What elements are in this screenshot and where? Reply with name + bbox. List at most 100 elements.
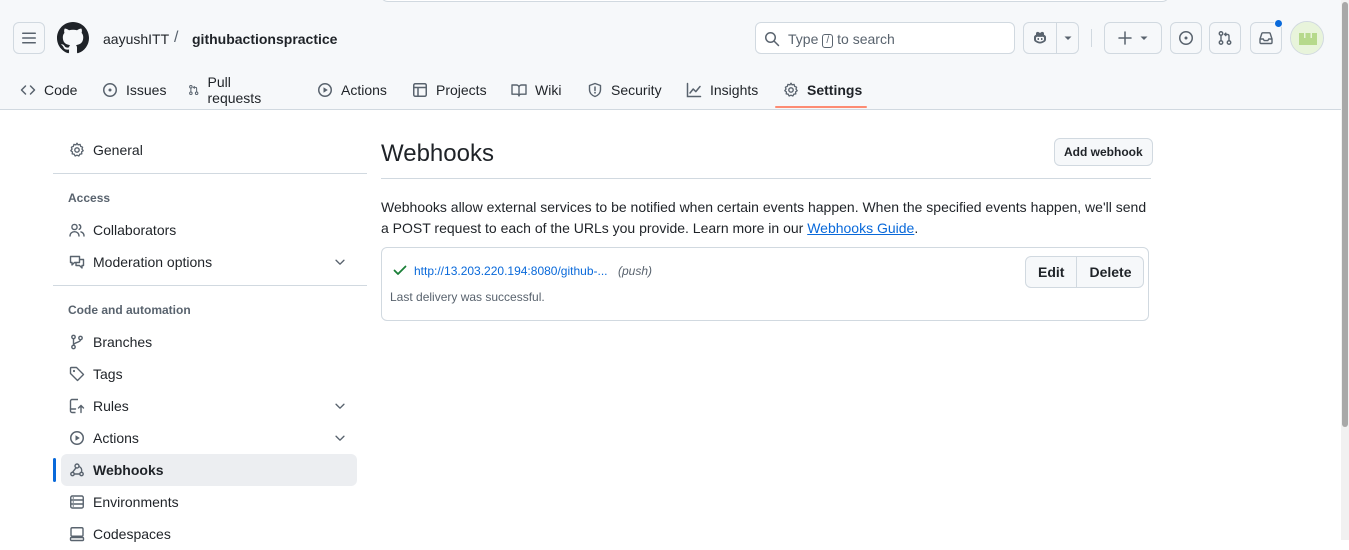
git-branch-icon <box>71 334 83 350</box>
sidebar-item-tags[interactable]: Tags <box>61 358 357 390</box>
webhooks-description: Webhooks allow external services to be n… <box>381 199 1147 236</box>
sidebar-item-codespaces[interactable]: Codespaces <box>61 518 357 550</box>
breadcrumb-owner[interactable]: aayushITT <box>103 30 169 48</box>
shield-icon <box>588 82 602 98</box>
tab-label: Code <box>44 82 78 98</box>
issues-button[interactable] <box>1170 22 1202 54</box>
play-icon <box>70 431 84 445</box>
sidebar-item-label: Collaborators <box>93 222 177 238</box>
sidebar-item-environments[interactable]: Environments <box>61 486 357 518</box>
tab-wiki[interactable]: Wiki <box>511 70 561 110</box>
play-icon <box>318 83 332 97</box>
chevron-down-icon <box>335 403 345 409</box>
chevron-down-icon <box>335 259 345 265</box>
webhook-icon <box>70 463 84 477</box>
webhooks-guide-link[interactable]: Webhooks Guide <box>807 220 914 236</box>
tab-settings[interactable]: Settings <box>783 70 862 110</box>
triangle-down-icon <box>1064 36 1072 40</box>
identicon-icon <box>1291 22 1323 54</box>
sidebar-item-label: General <box>93 142 143 158</box>
header-divider <box>1091 29 1092 47</box>
copilot-button-group <box>1023 22 1079 54</box>
selected-tab-indicator <box>775 106 867 108</box>
search-shortcut-key: / <box>822 34 834 48</box>
title-divider <box>381 178 1151 179</box>
sidebar-divider <box>53 285 367 286</box>
webhook-url-link[interactable]: http://13.203.220.194:8080/github-... <box>414 264 608 278</box>
copilot-icon <box>1034 31 1046 44</box>
people-icon <box>69 223 85 237</box>
gear-icon <box>70 142 84 157</box>
copilot-dropdown[interactable] <box>1057 23 1079 53</box>
sidebar-divider <box>53 173 367 174</box>
gear-icon <box>784 82 798 97</box>
sidebar-item-label: Moderation options <box>93 254 213 270</box>
sidebar-item-moderation[interactable]: Moderation options <box>61 246 357 278</box>
tab-issues[interactable]: Issues <box>102 70 166 110</box>
tab-projects[interactable]: Projects <box>412 70 487 110</box>
git-pull-request-icon <box>189 85 199 95</box>
book-icon <box>511 84 527 97</box>
sidebar-item-general[interactable]: General <box>61 134 357 166</box>
pull-requests-button[interactable] <box>1209 22 1241 54</box>
table-icon <box>413 83 427 97</box>
sidebar-heading-code-automation: Code and automation <box>68 303 191 317</box>
sidebar-item-branches[interactable]: Branches <box>61 326 357 358</box>
tab-label: Issues <box>126 82 167 98</box>
sidebar-item-label: Actions <box>93 430 139 446</box>
tab-security[interactable]: Security <box>587 70 662 110</box>
sidebar-item-collaborators[interactable]: Collaborators <box>61 214 357 246</box>
sidebar-heading-access: Access <box>68 191 111 205</box>
sidebar-item-label: Rules <box>93 398 129 414</box>
sidebar-item-rules[interactable]: Rules <box>61 390 357 422</box>
notification-indicator <box>1274 19 1283 28</box>
server-icon <box>70 495 84 509</box>
issue-opened-icon <box>103 83 117 97</box>
code-icon <box>20 85 36 95</box>
repo-push-icon <box>69 398 85 414</box>
page-scrollbar[interactable] <box>1341 0 1349 540</box>
triangle-down-icon <box>1140 36 1148 40</box>
comment-discussion-icon <box>69 255 85 269</box>
plus-icon <box>1118 31 1132 45</box>
search-placeholder: Type / to search <box>788 31 895 48</box>
sidebar-item-actions[interactable]: Actions <box>61 422 357 454</box>
tab-label: Wiki <box>535 82 562 98</box>
tab-insights[interactable]: Insights <box>686 70 758 110</box>
app-header: aayushITT / githubactionspractice Type / t… <box>0 0 1341 110</box>
copilot-button[interactable] <box>1024 23 1057 53</box>
tab-actions[interactable]: Actions <box>317 70 387 110</box>
tab-label: Pull requests <box>207 74 262 106</box>
tab-label: Settings <box>807 82 863 98</box>
search-icon <box>765 32 780 47</box>
hamburger-icon <box>22 32 36 44</box>
sidebar-item-webhooks[interactable]: Webhooks <box>61 454 357 486</box>
check-icon <box>393 265 407 275</box>
github-logo-icon[interactable] <box>57 22 89 54</box>
scrollbar-thumb[interactable] <box>1342 2 1348 427</box>
browser-top-bar <box>380 0 1170 2</box>
webhook-actions: Edit Delete <box>1025 256 1145 288</box>
sidebar-item-label: Environments <box>93 494 179 510</box>
tab-label: Projects <box>436 82 487 98</box>
avatar[interactable] <box>1290 21 1324 55</box>
edit-button[interactable]: Edit <box>1026 257 1078 287</box>
breadcrumb-repo[interactable]: githubactionspractice <box>192 30 337 48</box>
menu-button[interactable] <box>13 22 45 54</box>
inbox-icon <box>1259 32 1273 45</box>
webhook-delivery-status: Last delivery was successful. <box>390 290 545 304</box>
tab-pull-requests[interactable]: Pull requests <box>188 70 266 110</box>
create-new-button[interactable] <box>1104 22 1162 54</box>
tab-label: Security <box>611 82 662 98</box>
webhook-list-item: http://13.203.220.194:8080/github-... (p… <box>381 247 1149 321</box>
sidebar-item-label: Branches <box>93 334 153 350</box>
page-title: Webhooks <box>381 140 494 167</box>
tag-icon <box>69 366 85 382</box>
delete-button[interactable]: Delete <box>1077 257 1143 287</box>
tab-code[interactable]: Code <box>20 70 77 110</box>
sidebar-item-label: Webhooks <box>93 462 164 478</box>
chevron-down-icon <box>335 435 345 441</box>
search-input[interactable]: Type / to search <box>755 22 1015 54</box>
sidebar-item-label: Tags <box>93 366 123 382</box>
add-webhook-button[interactable]: Add webhook <box>1054 138 1153 166</box>
